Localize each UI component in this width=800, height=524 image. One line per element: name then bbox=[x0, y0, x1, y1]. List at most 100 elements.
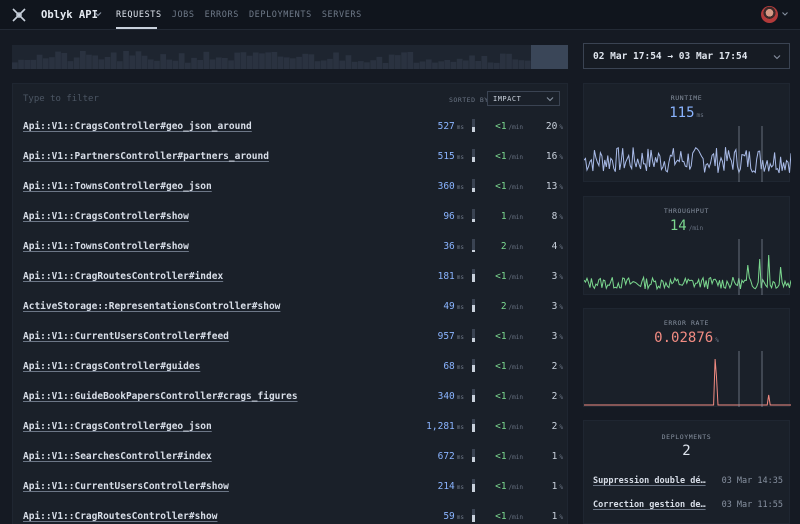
response-time: 360 ms bbox=[437, 181, 464, 192]
table-row[interactable]: Api::V1::CragsController#show 96 ms 1/min 8% bbox=[23, 204, 563, 234]
overview-bar bbox=[147, 59, 154, 69]
overview-bar bbox=[191, 57, 197, 69]
tab-servers[interactable]: SERVERS bbox=[322, 10, 362, 20]
endpoint-link[interactable]: Api::V1::TownsController#geo_json bbox=[23, 181, 212, 192]
impact-bar bbox=[472, 299, 475, 312]
overview-bar bbox=[376, 56, 383, 69]
table-row[interactable]: Api::V1::TownsController#show 36 ms 2/min 4% bbox=[23, 234, 563, 264]
impact-bar bbox=[472, 209, 475, 222]
table-row[interactable]: Api::V1::CragsController#geo_json_around… bbox=[23, 114, 563, 144]
overview-bar bbox=[339, 60, 346, 69]
runtime-card[interactable]: RUNTIME 115 ms bbox=[583, 83, 791, 182]
endpoint-link[interactable]: Api::V1::CragsController#geo_json bbox=[23, 421, 212, 432]
overview-bar bbox=[61, 53, 68, 69]
throughput: 1/min bbox=[500, 211, 523, 222]
chevron-down-icon[interactable] bbox=[93, 9, 103, 19]
chevron-down-icon[interactable] bbox=[781, 10, 789, 18]
endpoint-link[interactable]: Api::V1::CragsController#show bbox=[23, 211, 189, 222]
overview-bar bbox=[49, 57, 55, 69]
overview-bar bbox=[456, 58, 463, 69]
endpoint-link[interactable]: Api::V1::SearchesController#index bbox=[23, 451, 212, 462]
tab-deployments[interactable]: DEPLOYMENTS bbox=[249, 10, 312, 20]
filter-input[interactable]: Type to filter bbox=[23, 94, 99, 104]
overview-bar bbox=[463, 60, 469, 69]
overview-bar bbox=[506, 53, 512, 69]
chevron-down-icon bbox=[546, 97, 554, 102]
overview-bar bbox=[450, 61, 457, 69]
top-bar: Oblyk API REQUESTS JOBS ERRORS DEPLOYMEN… bbox=[0, 0, 800, 30]
deployment-item[interactable]: Suppression double dé… 03 Mar 14:35 bbox=[593, 476, 783, 490]
app-name[interactable]: Oblyk API bbox=[41, 9, 98, 21]
table-row[interactable]: Api::V1::CragsController#guides 68 ms <1/mi… bbox=[23, 354, 563, 384]
throughput: <1/min bbox=[495, 421, 523, 432]
tab-requests[interactable]: REQUESTS bbox=[116, 10, 162, 20]
overview-bar bbox=[42, 58, 49, 69]
endpoint-link[interactable]: Api::V1::CragsController#guides bbox=[23, 361, 200, 372]
overview-bar bbox=[487, 62, 494, 69]
overview-bar bbox=[12, 62, 18, 69]
overview-bar bbox=[246, 55, 253, 69]
endpoint-link[interactable]: Api::V1::CragRoutesController#show bbox=[23, 511, 217, 522]
tab-errors[interactable]: ERRORS bbox=[205, 10, 239, 20]
endpoint-link[interactable]: Api::V1::CragsController#geo_json_around bbox=[23, 121, 252, 132]
sort-select[interactable]: IMPACT bbox=[487, 91, 560, 106]
table-row[interactable]: Api::V1::CurrentUsersController#show 214 m… bbox=[23, 474, 563, 504]
table-row[interactable]: ActiveStorage::RepresentationsController… bbox=[23, 294, 563, 324]
endpoint-link[interactable]: Api::V1::TownsController#show bbox=[23, 241, 189, 252]
impact-bar bbox=[472, 419, 475, 432]
impact-bar bbox=[472, 449, 475, 462]
impact-percent: 2% bbox=[551, 391, 563, 402]
response-time: 96 ms bbox=[443, 211, 464, 222]
deployment-title[interactable]: Suppression double dé… bbox=[593, 476, 706, 486]
tab-jobs[interactable]: JOBS bbox=[172, 10, 195, 20]
endpoint-link[interactable]: ActiveStorage::RepresentationsController… bbox=[23, 301, 280, 312]
table-row[interactable]: Api::V1::CurrentUsersController#feed 957 m… bbox=[23, 324, 563, 354]
overview-timeline[interactable] bbox=[12, 45, 568, 69]
impact-percent: 2% bbox=[551, 421, 563, 432]
table-row[interactable]: Api::V1::GuideBookPapersController#crags… bbox=[23, 384, 563, 414]
deployment-item[interactable]: Correction gestion de… 03 Mar 11:55 bbox=[593, 500, 783, 514]
runtime-sparkline bbox=[584, 126, 791, 182]
endpoint-link[interactable]: Api::V1::CurrentUsersController#feed bbox=[23, 331, 229, 342]
impact-bar bbox=[472, 389, 475, 402]
throughput: <1/min bbox=[495, 271, 523, 282]
overview-bar bbox=[222, 58, 228, 69]
table-row[interactable]: Api::V1::PartnersController#partners_aro… bbox=[23, 144, 563, 174]
runtime-value: 115 ms bbox=[669, 105, 704, 121]
endpoint-link[interactable]: Api::V1::CurrentUsersController#show bbox=[23, 481, 229, 492]
series-line bbox=[584, 146, 791, 174]
overview-bar bbox=[469, 55, 475, 69]
deployment-title[interactable]: Correction gestion de… bbox=[593, 500, 706, 510]
table-row[interactable]: Api::V1::SearchesController#index 672 ms <1… bbox=[23, 444, 563, 474]
endpoint-link[interactable]: Api::V1::CragRoutesController#index bbox=[23, 271, 223, 282]
table-row[interactable]: Api::V1::TownsController#geo_json 360 ms <1… bbox=[23, 174, 563, 204]
overview-bar bbox=[271, 52, 278, 69]
deployment-date: 03 Mar 11:55 bbox=[721, 500, 783, 510]
throughput-card[interactable]: THROUGHPUT 14/min bbox=[583, 196, 791, 295]
overview-bar bbox=[172, 60, 179, 69]
date-range-select[interactable]: 02 Mar 17:54 → 03 Mar 17:54 bbox=[583, 43, 790, 69]
overview-bar bbox=[395, 55, 401, 69]
table-row[interactable]: Api::V1::CragsController#geo_json 1,281 ms… bbox=[23, 414, 563, 444]
timeline-selection[interactable] bbox=[531, 45, 568, 69]
logo-icon[interactable] bbox=[12, 8, 26, 22]
overview-bar bbox=[438, 61, 444, 69]
deployments-title: DEPLOYMENTS bbox=[661, 433, 712, 441]
overview-bar bbox=[209, 59, 216, 69]
endpoint-link[interactable]: Api::V1::GuideBookPapersController#crags… bbox=[23, 391, 298, 402]
table-row[interactable]: Api::V1::CragRoutesController#show 59 ms <1… bbox=[23, 504, 563, 524]
overview-bar bbox=[413, 62, 420, 69]
response-time: 36 ms bbox=[443, 241, 464, 252]
response-time: 1,281 ms bbox=[426, 421, 464, 432]
impact-percent: 1% bbox=[551, 451, 563, 462]
avatar[interactable] bbox=[761, 6, 778, 23]
date-range-value: 02 Mar 17:54 → 03 Mar 17:54 bbox=[593, 51, 748, 62]
error-rate-card[interactable]: ERROR RATE 0.02876% bbox=[583, 308, 791, 407]
table-row[interactable]: Api::V1::CragRoutesController#index 181 ms… bbox=[23, 264, 563, 294]
endpoint-link[interactable]: Api::V1::PartnersController#partners_aro… bbox=[23, 151, 269, 162]
overview-bar bbox=[481, 56, 488, 69]
overview-bar bbox=[358, 61, 364, 69]
overview-bar bbox=[444, 60, 451, 69]
overview-bar bbox=[110, 52, 117, 69]
impact-bar bbox=[472, 179, 475, 192]
